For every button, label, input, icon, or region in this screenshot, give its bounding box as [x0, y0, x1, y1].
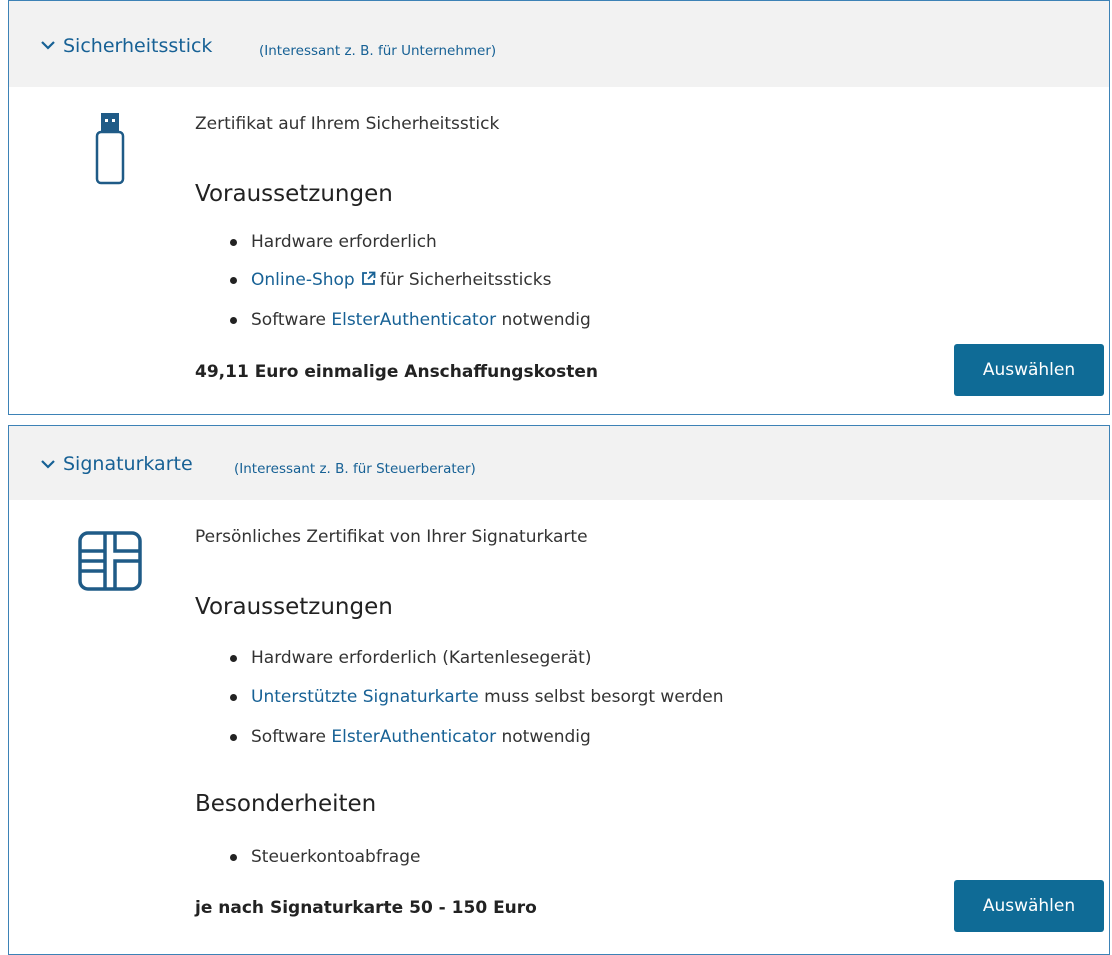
- requirement-text: Hardware erforderlich: [251, 232, 437, 252]
- feature-item: Steuerkontoabfrage: [251, 847, 421, 867]
- requirement-item: Hardware erforderlich: [251, 232, 437, 252]
- requirement-item: Software ElsterAuthenticator notwendig: [251, 727, 591, 747]
- option-description: Zertifikat auf Ihrem Sicherheitsstick: [195, 114, 500, 134]
- requirement-text: notwendig: [501, 310, 591, 330]
- option-card-security-stick: Sicherheitsstick (Interessant z. B. für …: [8, 0, 1110, 415]
- requirement-text: notwendig: [501, 727, 591, 747]
- bullet: [230, 239, 237, 246]
- card-subtitle: (Interessant z. B. für Unternehmer): [259, 43, 497, 59]
- bullet: [230, 277, 237, 284]
- supported-signature-card-link[interactable]: Unterstützte Signaturkarte: [251, 687, 479, 707]
- requirement-text: muss selbst besorgt werden: [484, 687, 724, 707]
- bullet: [230, 734, 237, 741]
- chevron-down-icon[interactable]: [40, 39, 56, 51]
- external-link-icon[interactable]: [361, 271, 376, 286]
- card-title[interactable]: Signaturkarte: [63, 453, 193, 475]
- bullet: [230, 655, 237, 662]
- requirement-text: für Sicherheitssticks: [379, 270, 552, 290]
- online-shop-link[interactable]: Online-Shop: [251, 270, 355, 290]
- requirement-text: Hardware erforderlich (Kartenlesegerät): [251, 648, 592, 668]
- select-button[interactable]: Auswählen: [954, 880, 1104, 932]
- chevron-down-icon[interactable]: [40, 458, 56, 470]
- elster-authenticator-link[interactable]: ElsterAuthenticator: [331, 727, 496, 747]
- card-title[interactable]: Sicherheitsstick: [63, 35, 212, 57]
- card-subtitle: (Interessant z. B. für Steuerberater): [234, 461, 476, 477]
- chip-card-icon: [78, 531, 142, 591]
- price-text: 49,11 Euro einmalige Anschaffungskosten: [195, 362, 599, 382]
- features-heading: Besonderheiten: [195, 791, 377, 817]
- usb-stick-icon: [95, 113, 125, 185]
- card-header[interactable]: Signaturkarte (Interessant z. B. für Ste…: [9, 426, 1109, 500]
- requirement-text: Software: [251, 310, 326, 330]
- bullet: [230, 317, 237, 324]
- option-card-signature-card: Signaturkarte (Interessant z. B. für Ste…: [8, 425, 1110, 955]
- requirement-item: Unterstützte Signaturkarte muss selbst b…: [251, 687, 724, 707]
- requirement-item: Online-Shop für Sicherheitssticks: [251, 270, 551, 290]
- bullet: [230, 854, 237, 861]
- select-button[interactable]: Auswählen: [954, 344, 1104, 396]
- requirements-heading: Voraussetzungen: [195, 181, 393, 207]
- elster-authenticator-link[interactable]: ElsterAuthenticator: [331, 310, 496, 330]
- price-text: je nach Signaturkarte 50 - 150 Euro: [195, 898, 537, 918]
- requirement-item: Hardware erforderlich (Kartenlesegerät): [251, 648, 591, 668]
- requirement-item: Software ElsterAuthenticator notwendig: [251, 310, 591, 330]
- requirement-text: Software: [251, 727, 326, 747]
- requirements-heading: Voraussetzungen: [195, 594, 393, 620]
- bullet: [230, 694, 237, 701]
- option-description: Persönliches Zertifikat von Ihrer Signat…: [195, 527, 588, 547]
- card-header[interactable]: Sicherheitsstick (Interessant z. B. für …: [9, 1, 1109, 87]
